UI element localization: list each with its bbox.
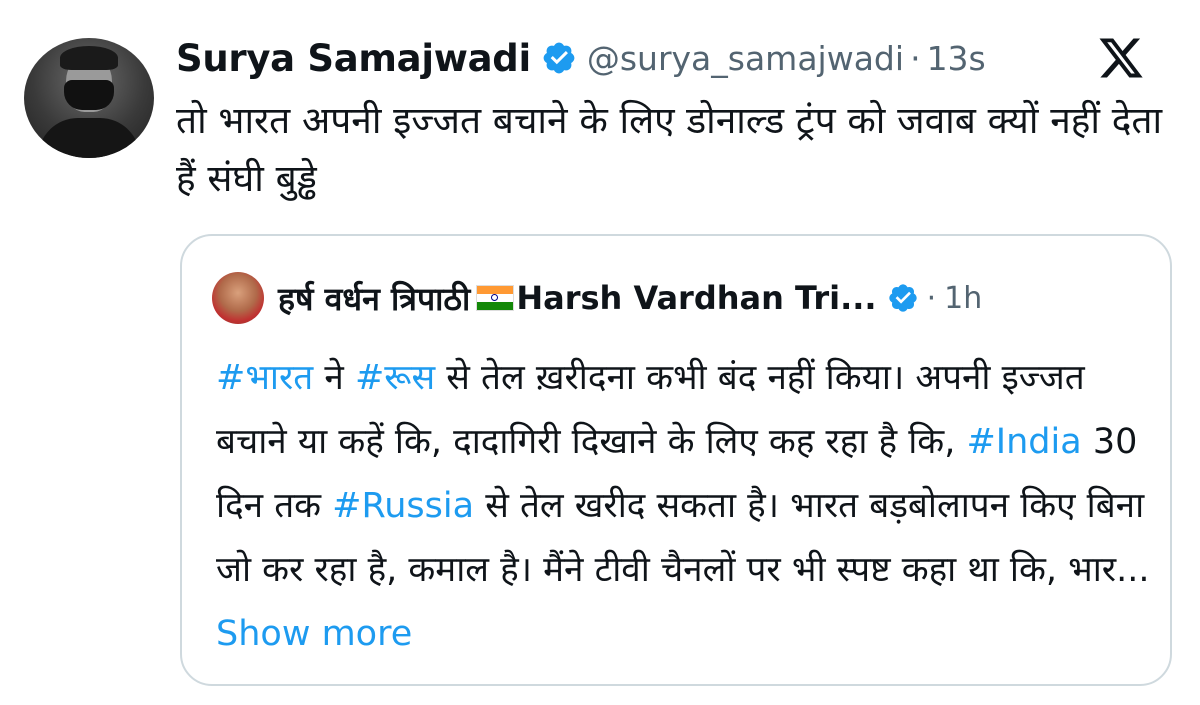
- author-avatar[interactable]: [24, 38, 154, 158]
- india-flag-icon: [476, 285, 515, 311]
- avatar-mask: [64, 80, 114, 110]
- tweet-header: Surya Samajwadi @surya_samajwadi · 13s: [176, 30, 986, 86]
- hashtag-link[interactable]: #Russia: [332, 486, 474, 526]
- quoted-header-separator: ·: [926, 280, 937, 316]
- header-separator: ·: [910, 38, 921, 78]
- text-segment: ने: [313, 358, 355, 398]
- hashtag-link[interactable]: #India: [966, 422, 1081, 462]
- verified-badge-icon: [887, 282, 919, 314]
- author-handle[interactable]: @surya_samajwadi: [587, 39, 904, 78]
- quoted-tweet-card[interactable]: हर्ष वर्धन त्रिपाठी Harsh Vardhan Tri...…: [180, 234, 1172, 686]
- verified-badge-icon: [541, 40, 577, 76]
- quoted-tweet-header: हर्ष वर्धन त्रिपाठी Harsh Vardhan Tri...…: [212, 272, 982, 324]
- tweet-text: तो भारत अपनी इज्जत बचाने के लिए डोनाल्ड …: [176, 99, 1163, 200]
- avatar-shirt: [38, 118, 140, 158]
- x-logo-icon: [1097, 34, 1145, 82]
- flag-wheel: [491, 294, 499, 301]
- quoted-author-avatar[interactable]: [212, 272, 264, 324]
- tweet-timestamp[interactable]: 13s: [927, 39, 986, 78]
- avatar-hair: [60, 46, 118, 70]
- quoted-tweet-timestamp[interactable]: 1h: [944, 281, 982, 316]
- quoted-tweet-text: #भारत ने #रूस से तेल ख़रीदना कभी बंद नही…: [216, 346, 1156, 666]
- hashtag-link[interactable]: #भारत: [216, 358, 313, 398]
- show-more-link[interactable]: Show more: [216, 614, 412, 654]
- hashtag-link[interactable]: #रूस: [355, 358, 435, 398]
- author-name[interactable]: Surya Samajwadi: [176, 37, 531, 80]
- quoted-author-name-hindi[interactable]: हर्ष वर्धन त्रिपाठी: [278, 277, 470, 320]
- quoted-author-name-english[interactable]: Harsh Vardhan Tri...: [516, 279, 876, 317]
